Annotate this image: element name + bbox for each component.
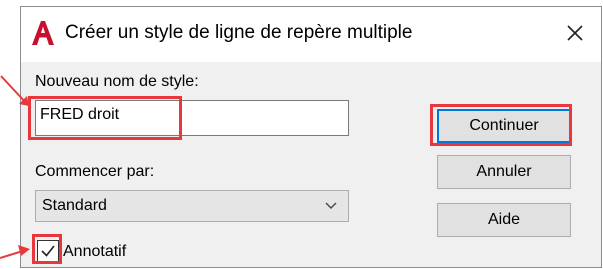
create-multileader-style-dialog: Créer un style de ligne de repère multip… — [20, 6, 602, 268]
continue-button[interactable]: Continuer — [437, 109, 571, 143]
title-bar: Créer un style de ligne de repère multip… — [21, 7, 601, 62]
checkmark-icon — [41, 245, 55, 257]
start-with-label: Commencer par: — [35, 163, 155, 180]
annotative-checkbox[interactable] — [37, 240, 59, 262]
chevron-down-icon — [325, 202, 337, 209]
cancel-button[interactable]: Annuler — [437, 155, 571, 189]
style-name-input[interactable] — [35, 100, 349, 136]
annotative-label: Annotatif — [63, 243, 127, 260]
autocad-logo-icon — [32, 21, 54, 45]
help-button[interactable]: Aide — [437, 203, 571, 237]
style-name-label: Nouveau nom de style: — [35, 73, 199, 90]
start-with-selected: Standard — [42, 197, 107, 214]
dialog-title: Créer un style de ligne de repère multip… — [65, 22, 413, 43]
close-icon[interactable] — [563, 21, 587, 45]
start-with-dropdown[interactable]: Standard — [35, 190, 349, 222]
